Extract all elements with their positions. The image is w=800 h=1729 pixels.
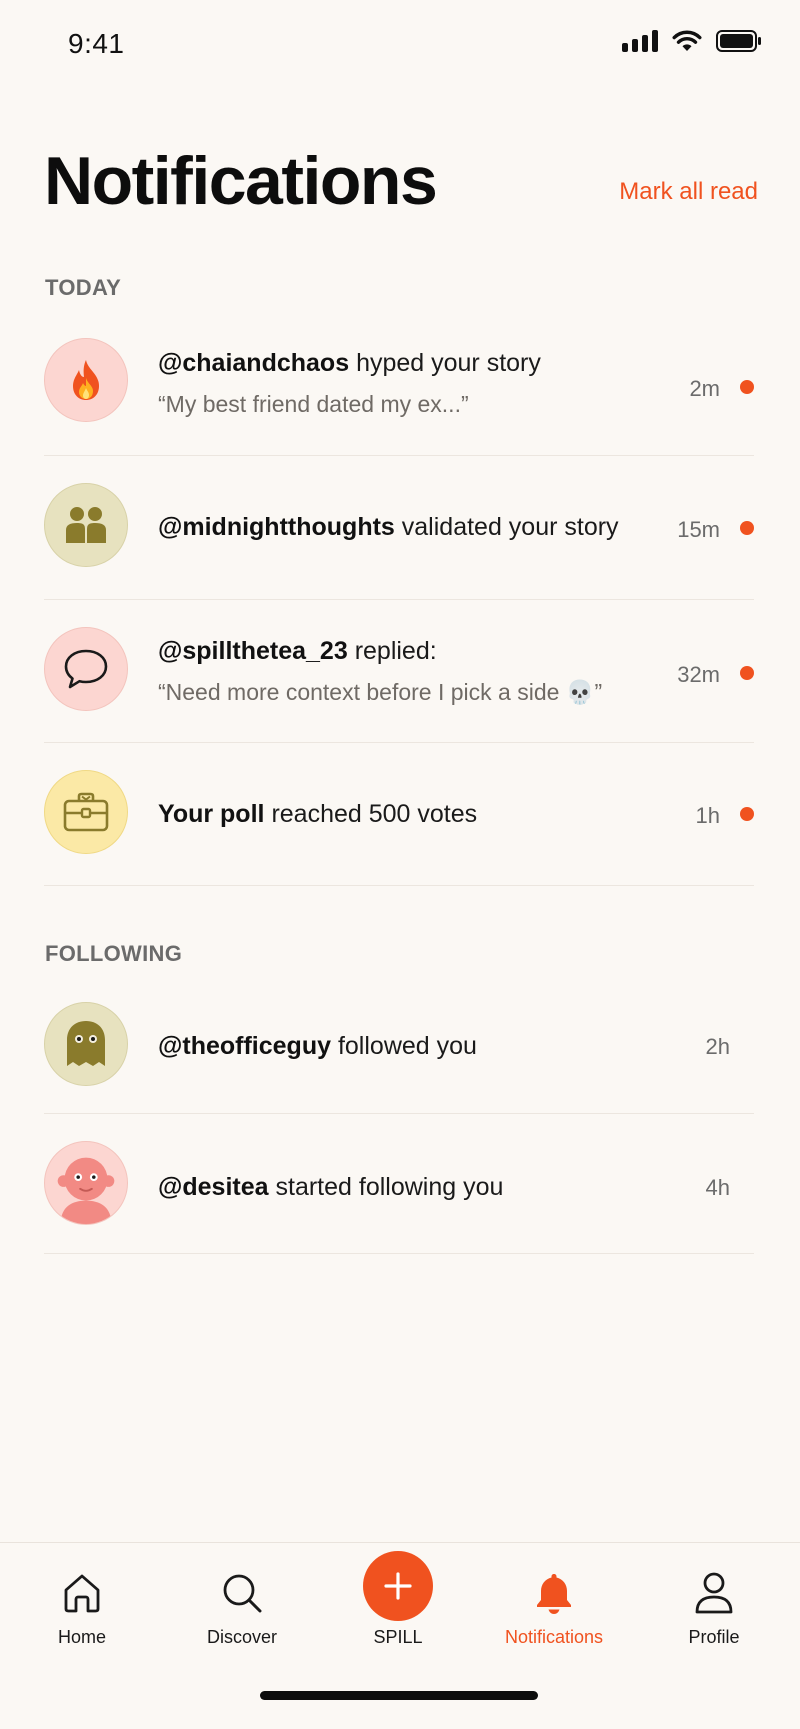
mark-all-read-button[interactable]: Mark all read: [619, 178, 758, 206]
profile-icon: [695, 1572, 733, 1614]
avatar: [44, 770, 128, 854]
notification-action: hyped your story: [356, 349, 541, 377]
unread-dot: [740, 807, 754, 821]
home-icon: [64, 1574, 100, 1613]
avatar: [44, 483, 128, 567]
speech-bubble-icon: [64, 649, 108, 689]
notification-user: @desitea: [158, 1173, 269, 1201]
notification-time: 2h: [705, 1034, 730, 1059]
notification-action: replied:: [354, 637, 437, 665]
status-icons: [622, 30, 762, 52]
battery-icon: [716, 30, 761, 52]
nav-spill-label: SPILL: [373, 1627, 423, 1647]
notification-row[interactable]: @spillthetea_23 replied: “Need more cont…: [44, 600, 754, 743]
nav-profile-label: Profile: [688, 1627, 740, 1647]
notification-preview: “My best friend dated my ex...”: [158, 391, 469, 418]
notification-user: @theofficeguy: [158, 1032, 331, 1060]
notification-time: 1h: [695, 803, 720, 828]
notification-row[interactable]: @midnightthoughts validated your story 1…: [44, 456, 754, 600]
avatar: [44, 1002, 128, 1086]
notification-action: validated your story: [401, 513, 619, 541]
nav-spill[interactable]: SPILL: [328, 1551, 468, 1648]
avatar: [44, 1141, 128, 1225]
notification-message: @theofficeguy followed you: [158, 1031, 634, 1062]
nav-home[interactable]: Home: [12, 1565, 152, 1648]
notification-action: reached 500 votes: [271, 800, 478, 828]
home-indicator: [260, 1691, 538, 1700]
notification-user: @midnightthoughts: [158, 513, 395, 541]
notification-row[interactable]: @desitea started following you 4h: [44, 1114, 754, 1254]
bottom-nav: Home Discover SPILL Notifications Profil…: [0, 1542, 800, 1729]
notification-time: 2m: [689, 376, 720, 401]
notification-time: 15m: [677, 517, 720, 542]
notification-user: @chaiandchaos: [158, 349, 350, 377]
notification-message: @spillthetea_23 replied:: [158, 636, 634, 667]
plus-icon: [384, 1572, 412, 1600]
status-time: 9:41: [68, 28, 125, 59]
nav-discover[interactable]: Discover: [172, 1565, 312, 1648]
notification-user: @spillthetea_23: [158, 637, 348, 665]
notification-action: started following you: [275, 1173, 504, 1201]
notification-message: @midnightthoughts validated your story: [158, 512, 634, 543]
cellular-signal-icon: [622, 30, 658, 52]
briefcase-icon: [63, 792, 109, 832]
unread-dot: [740, 521, 754, 535]
notification-preview: “Need more context before I pick a side …: [158, 679, 603, 706]
section-label-following: FOLLOWING: [45, 941, 183, 966]
page-title: Notifications: [44, 143, 438, 219]
nav-notifications[interactable]: Notifications: [484, 1565, 624, 1648]
notification-row[interactable]: @theofficeguy followed you 2h: [44, 990, 754, 1114]
notification-user: Your poll: [158, 800, 265, 828]
notification-row[interactable]: Your poll reached 500 votes 1h: [44, 743, 754, 886]
avatar: [44, 338, 128, 422]
wifi-icon: [672, 30, 702, 51]
ghost-avatar-icon: [67, 1021, 105, 1066]
spill-button[interactable]: [363, 1551, 433, 1621]
notification-row[interactable]: @chaiandchaos hyped your story “My best …: [44, 322, 754, 456]
face-avatar-icon: [57, 1157, 115, 1224]
nav-notifications-label: Notifications: [504, 1627, 604, 1647]
avatar: [44, 627, 128, 711]
search-icon: [223, 1574, 262, 1613]
nav-profile[interactable]: Profile: [644, 1565, 784, 1648]
nav-discover-label: Discover: [206, 1627, 277, 1647]
notification-message: @chaiandchaos hyped your story: [158, 348, 634, 379]
unread-dot: [740, 666, 754, 680]
notification-action: followed you: [337, 1032, 477, 1060]
unread-dot: [740, 380, 754, 394]
people-icon: [66, 507, 106, 543]
status-bar: 9:41: [0, 0, 800, 90]
bell-icon: [537, 1574, 571, 1614]
notification-message: Your poll reached 500 votes: [158, 799, 634, 830]
notification-time: 4h: [705, 1175, 730, 1200]
fire-icon: [73, 360, 99, 400]
notification-time: 32m: [677, 662, 720, 687]
nav-home-label: Home: [57, 1627, 106, 1647]
section-label-today: TODAY: [45, 275, 122, 300]
notification-message: @desitea started following you: [158, 1172, 634, 1203]
